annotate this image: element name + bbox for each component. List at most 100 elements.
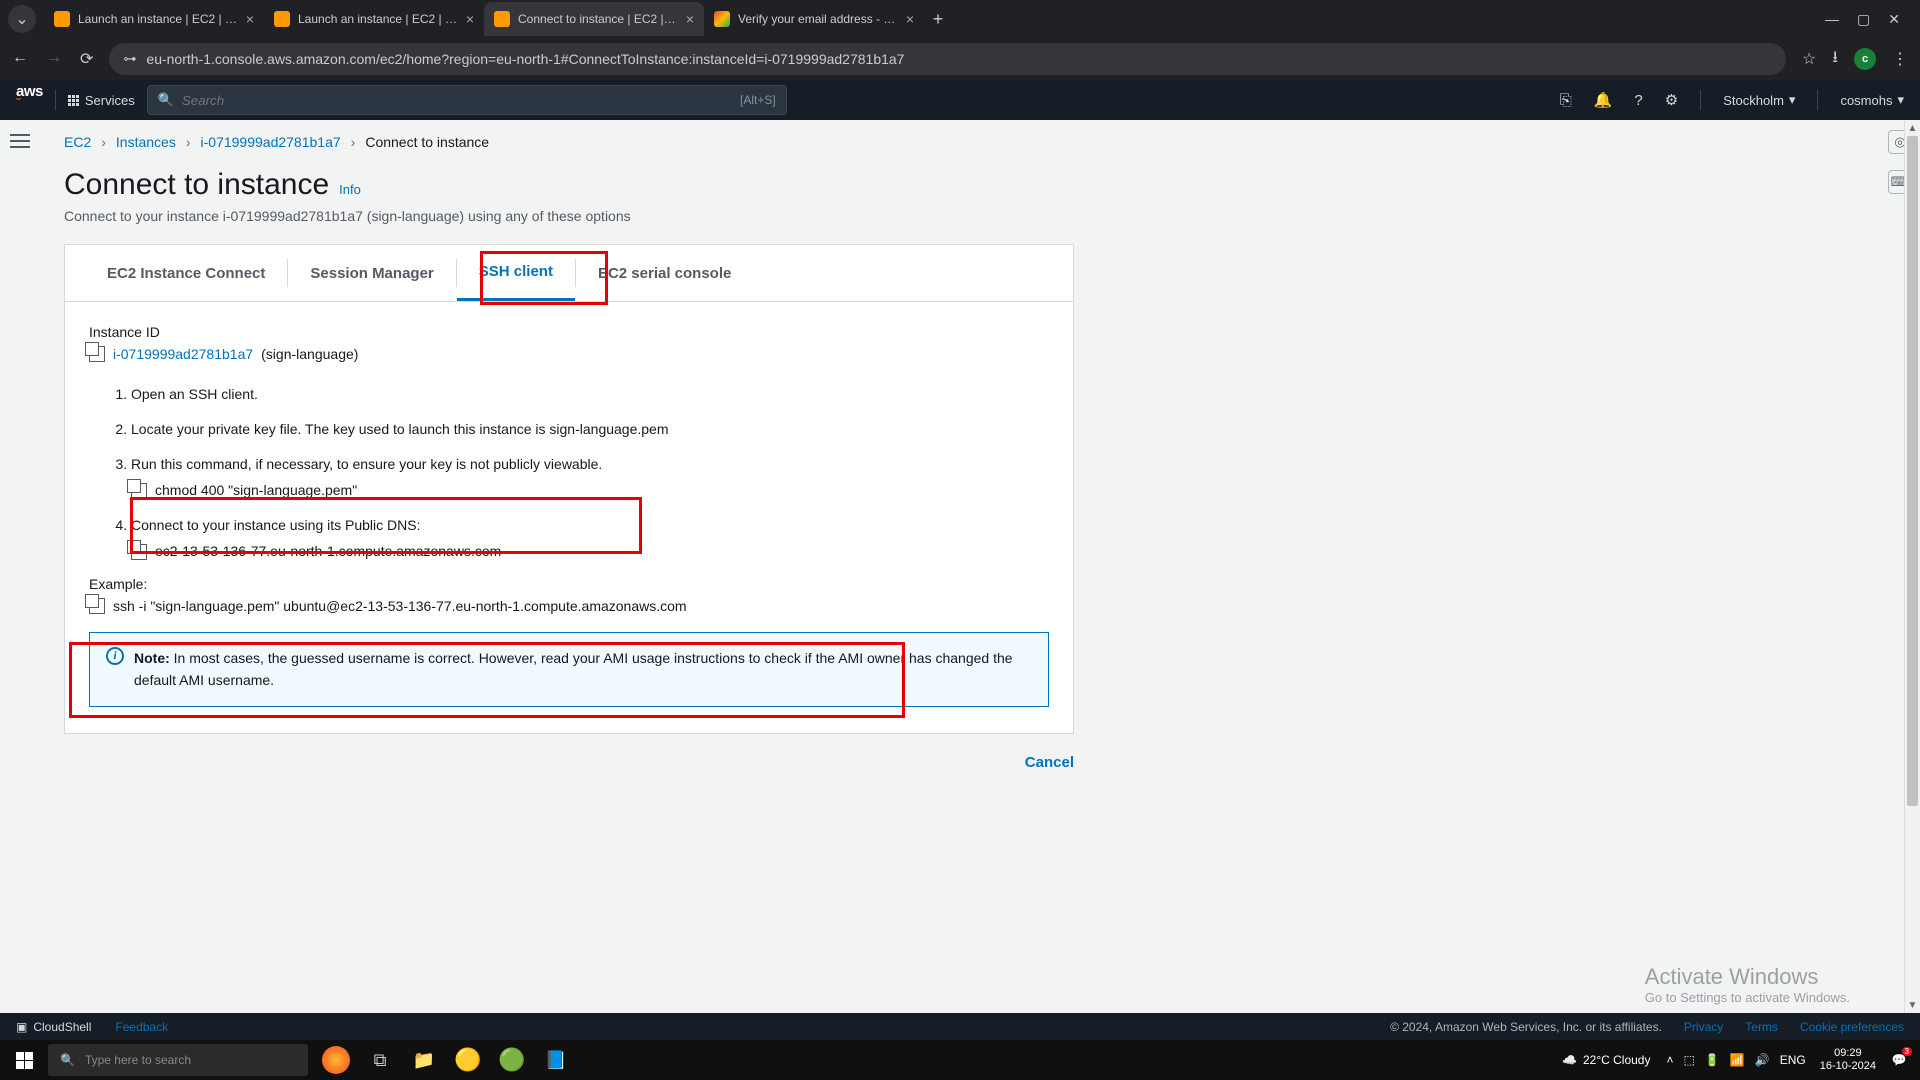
start-button[interactable] [0,1052,48,1069]
close-icon[interactable]: × [466,11,474,27]
aws-logo[interactable]: aws⌣ [16,83,43,118]
breadcrumb-instances[interactable]: Instances [116,134,176,150]
info-link[interactable]: Info [339,182,361,197]
maximize-icon[interactable]: ▢ [1857,11,1870,28]
privacy-link[interactable]: Privacy [1684,1020,1723,1034]
back-icon[interactable]: ← [12,49,28,69]
reload-icon[interactable]: ⟳ [80,49,93,69]
system-tray[interactable]: ˄ ⬚ 🔋 📶 🔊 ENG [1666,1053,1805,1067]
ssh-steps: Open an SSH client. Locate your private … [89,384,1049,562]
aws-header: aws⌣ Services 🔍 [Alt+S] ⎘ 🔔 ? ⚙ Stockhol… [0,80,1920,120]
copy-icon[interactable] [89,598,105,614]
close-window-icon[interactable]: ✕ [1888,11,1900,28]
aws-favicon-icon [494,11,510,27]
close-icon[interactable]: × [686,11,694,27]
onedrive-icon[interactable]: ⬚ [1684,1053,1695,1067]
battery-icon[interactable]: 🔋 [1705,1053,1720,1067]
example-ssh-command: ssh -i "sign-language.pem" ubuntu@ec2-13… [113,598,687,614]
browser-tab-2[interactable]: Launch an instance | EC2 | eu-n… × [264,2,484,36]
minimize-icon[interactable]: — [1825,11,1839,28]
chevron-right-icon: › [351,134,356,150]
copy-icon[interactable] [131,483,147,499]
url-text: eu-north-1.console.aws.amazon.com/ec2/ho… [146,51,904,67]
tab-session-manager[interactable]: Session Manager [288,245,455,301]
breadcrumb-ec2[interactable]: EC2 [64,134,91,150]
file-explorer-icon[interactable]: 📁 [406,1044,442,1076]
tab-serial-console[interactable]: EC2 serial console [576,245,753,301]
notepad-icon[interactable]: 📘 [538,1044,574,1076]
cloudshell-button[interactable]: ▣ CloudShell [16,1020,91,1034]
aws-footer: ▣ CloudShell Feedback © 2024, Amazon Web… [0,1013,1920,1040]
activate-windows-watermark: Activate Windows Go to Settings to activ… [1645,964,1850,1005]
settings-icon[interactable]: ⚙ [1665,91,1678,109]
url-input[interactable]: ⊶ eu-north-1.console.aws.amazon.com/ec2/… [109,43,1786,75]
taskbar-clock[interactable]: 09:29 16-10-2024 [1820,1047,1876,1073]
aws-search-box[interactable]: 🔍 [Alt+S] [147,85,787,115]
page-subtitle: Connect to your instance i-0719999ad2781… [64,208,1850,224]
main-content: EC2 › Instances › i-0719999ad2781b1a7 › … [40,120,1880,1013]
hamburger-icon[interactable] [10,130,30,1013]
wifi-icon[interactable]: 📶 [1730,1053,1745,1067]
instance-id-value[interactable]: i-0719999ad2781b1a7 [113,346,253,362]
copy-icon[interactable] [89,346,105,362]
breadcrumb-instance-id[interactable]: i-0719999ad2781b1a7 [201,134,341,150]
instance-id-label: Instance ID [89,324,1049,340]
language-indicator[interactable]: ENG [1780,1053,1806,1067]
tab-title: Connect to instance | EC2 | eu-n… [518,12,678,26]
action-center-icon[interactable]: 💬3 [1888,1049,1910,1071]
bookmark-icon[interactable]: ☆ [1802,49,1816,69]
left-rail [0,120,40,1013]
copy-icon[interactable] [131,544,147,560]
feedback-link[interactable]: Feedback [115,1020,168,1034]
kebab-menu-icon[interactable]: ⋮ [1892,49,1908,69]
scroll-down-icon[interactable]: ▼ [1905,997,1920,1013]
taskbar-search[interactable]: 🔍 Type here to search [48,1044,308,1076]
example-block: Example: ssh -i "sign-language.pem" ubun… [89,576,1049,614]
vertical-scrollbar[interactable]: ▲ ▼ [1904,120,1920,1013]
chevron-up-icon[interactable]: ˄ [1666,1053,1673,1067]
notifications-icon[interactable]: 🔔 [1594,91,1613,109]
chmod-command: chmod 400 "sign-language.pem" [155,480,357,501]
tab-ec2-connect[interactable]: EC2 Instance Connect [85,245,287,301]
site-settings-icon[interactable]: ⊶ [123,51,136,67]
account-menu[interactable]: cosmohs▾ [1840,92,1904,108]
chrome-icon[interactable]: 🟡 [450,1044,486,1076]
region-selector[interactable]: Stockholm▾ [1723,92,1795,108]
close-icon[interactable]: × [906,11,914,27]
profile-avatar[interactable]: c [1854,48,1876,70]
gmail-favicon-icon [714,11,730,27]
chrome-icon-2[interactable]: 🟢 [494,1044,530,1076]
cloudshell-icon[interactable]: ⎘ [1560,92,1572,109]
notification-badge: 3 [1902,1047,1912,1056]
scroll-thumb[interactable] [1907,136,1918,806]
chevron-down-icon: ▾ [1789,92,1796,108]
cookie-prefs-link[interactable]: Cookie preferences [1800,1020,1904,1034]
scroll-up-icon[interactable]: ▲ [1905,120,1920,136]
cancel-button[interactable]: Cancel [1025,754,1074,771]
browser-tab-1[interactable]: Launch an instance | EC2 | eu-n… × [44,2,264,36]
note-bold: Note: [134,650,170,666]
new-tab-button[interactable]: + [924,5,952,33]
volume-icon[interactable]: 🔊 [1755,1053,1770,1067]
tab-ssh-client[interactable]: SSH client [457,245,575,301]
tab-title: Verify your email address - cosm… [738,12,898,26]
close-icon[interactable]: × [246,11,254,27]
weather-widget[interactable]: ☁️ 22°C Cloudy [1562,1053,1650,1067]
task-view-icon[interactable]: ⧉ [362,1044,398,1076]
download-icon[interactable]: ⭳ [1832,46,1838,73]
help-icon[interactable]: ? [1634,92,1642,109]
ssh-tab-content: Instance ID i-0719999ad2781b1a7 (sign-la… [65,302,1073,733]
browser-tab-4[interactable]: Verify your email address - cosm… × [704,2,924,36]
aws-favicon-icon [274,11,290,27]
connect-tabs: EC2 Instance Connect Session Manager SSH… [65,245,1073,302]
forward-icon[interactable]: → [46,49,62,69]
services-menu-button[interactable]: Services [68,93,135,108]
public-dns: ec2-13-53-136-77.eu-north-1.compute.amaz… [155,541,501,562]
search-input[interactable] [182,93,732,108]
tab-dropdown-button[interactable]: ⌄ [8,5,36,33]
terms-link[interactable]: Terms [1745,1020,1778,1034]
info-icon: i [106,647,124,665]
cloudshell-icon: ▣ [16,1020,27,1034]
taskbar-app-icon[interactable] [318,1044,354,1076]
browser-tab-3-active[interactable]: Connect to instance | EC2 | eu-n… × [484,2,704,36]
